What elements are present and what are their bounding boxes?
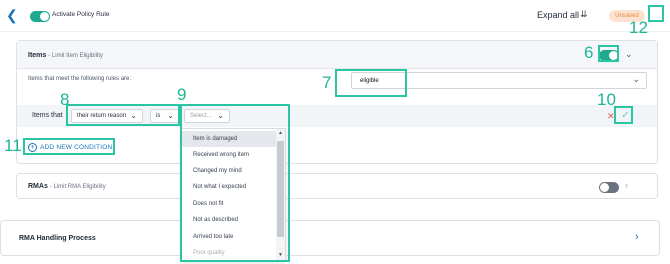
rma-subtitle-text: - Limit RMA Eligibility — [49, 184, 106, 190]
items-section-title: Items - Limit Item Eligibility — [28, 52, 103, 59]
items-subtitle-text: - Limit Item Eligibility — [48, 53, 103, 59]
rma-handling-card[interactable]: RMA Handling Process › — [0, 220, 660, 256]
items-that-label: Items that — [32, 112, 63, 119]
activate-policy-toggle[interactable] — [30, 11, 50, 22]
rules-label: Items that meet the following rules are: — [28, 76, 132, 82]
highlight-box-12 — [648, 5, 664, 22]
highlight-box-10 — [614, 106, 633, 124]
highlight-box-8 — [66, 104, 180, 126]
items-collapse-chevron-icon[interactable]: ⌄ — [625, 49, 633, 60]
rma-section-toggle[interactable] — [599, 182, 619, 193]
rma-handling-title: RMA Handling Process — [19, 235, 96, 242]
rma-section-card[interactable]: RMAs - Limit RMA Eligibility › — [16, 173, 658, 199]
highlight-box-11 — [23, 138, 115, 155]
expand-all-button[interactable]: Expand all — [537, 10, 579, 20]
items-title-text: Items — [28, 52, 47, 59]
chevron-right-icon[interactable]: › — [625, 180, 628, 190]
annotation-number-9: 9 — [177, 85, 187, 104]
annotation-number-6: 6 — [584, 43, 594, 62]
annotation-number-12: 12 — [629, 18, 648, 37]
items-section-header[interactable]: Items - Limit Item Eligibility ⌄ — [17, 41, 657, 69]
back-chevron-icon[interactable]: ❮ — [6, 8, 20, 22]
annotation-number-10: 10 — [597, 90, 616, 109]
annotation-number-11: 11 — [4, 136, 22, 155]
highlight-box-7 — [335, 69, 407, 97]
rma-title-text: RMAs — [28, 183, 48, 190]
chevron-right-icon[interactable]: › — [635, 231, 639, 243]
annotation-number-7: 7 — [322, 73, 332, 92]
chevron-down-icon: ⌄ — [632, 74, 640, 84]
highlight-box-6 — [598, 45, 619, 62]
annotation-number-8: 8 — [60, 90, 70, 109]
double-chevron-down-icon[interactable]: ⇊ — [580, 9, 588, 20]
rma-section-title: RMAs - Limit RMA Eligibility — [28, 183, 106, 190]
highlight-box-9 — [180, 104, 290, 262]
top-bar: ❮ Activate Policy Rule Expand all ⇊ Unsa… — [0, 0, 670, 32]
activate-policy-label: Activate Policy Rule — [52, 11, 110, 18]
